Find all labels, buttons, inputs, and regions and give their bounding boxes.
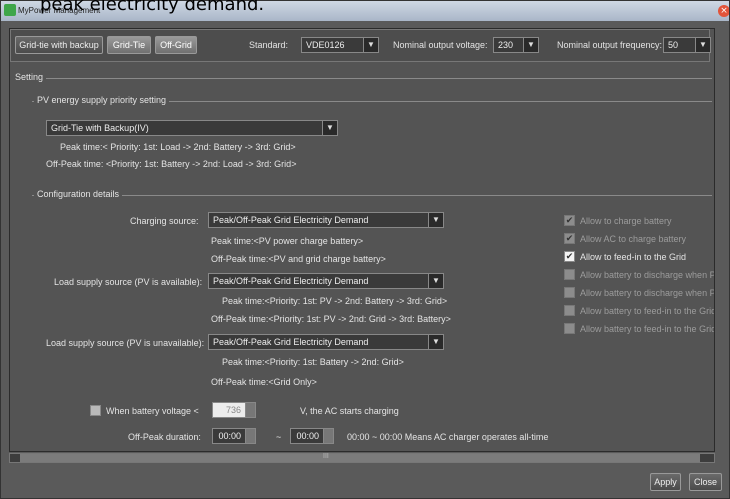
start-time-value: 00:00	[218, 431, 241, 441]
spinner-arrows-icon[interactable]	[245, 403, 255, 417]
check-2-label: Allow to feed-in to the Grid	[580, 252, 687, 262]
voltage-select[interactable]: 230 ▼	[493, 37, 539, 53]
chevron-down-icon[interactable]: ▼	[428, 335, 443, 349]
time-range-tilde: ~	[276, 432, 282, 442]
config-legend: Configuration details	[34, 189, 123, 199]
tab-grid-tie-with-backup[interactable]: Grid-tie with backup	[15, 36, 103, 54]
battery-voltage-label: When battery voltage <	[106, 406, 199, 416]
apply-button[interactable]: Apply	[650, 473, 681, 491]
end-time-value: 00:00	[296, 431, 319, 441]
options-list: ✔ Allow to charge battery ✔ Allow AC to …	[564, 213, 715, 363]
scroll-grip-icon: III	[323, 453, 329, 460]
check-0-box[interactable]: ✔	[564, 215, 575, 226]
charging-source-value: Peak/Off-Peak Grid Electricity Demand	[213, 215, 369, 225]
setting-legend: Setting	[12, 72, 47, 82]
load-pv-value: Peak/Off-Peak Grid Electricity Demand	[213, 276, 369, 286]
end-time-input[interactable]: 00:00	[290, 428, 334, 444]
main-panel: Grid-tie with backup Grid-Tie Off-Grid S…	[9, 28, 715, 452]
start-time-input[interactable]: 00:00	[212, 428, 256, 444]
check-4-label: Allow battery to discharge when PV	[580, 288, 715, 298]
spinner-arrows-icon[interactable]	[245, 429, 255, 443]
caption-text: peak electricity demand.	[40, 0, 265, 15]
checkmark-icon: ✔	[565, 216, 574, 226]
app-icon	[4, 4, 16, 16]
mode-toolbar: Grid-tie with backup Grid-Tie Off-Grid S…	[10, 29, 711, 62]
chevron-down-icon[interactable]: ▼	[428, 274, 443, 288]
battery-voltage-input[interactable]: 736	[212, 402, 256, 418]
load-pv-label: Load supply source (PV is available):	[54, 277, 203, 287]
check-6-box[interactable]	[564, 323, 575, 334]
checkmark-icon: ✔	[565, 234, 574, 244]
voltage-label: Nominal output voltage:	[393, 40, 488, 50]
frequency-label: Nominal output frequency:	[557, 40, 663, 50]
check-3-label: Allow battery to discharge when PV	[580, 270, 715, 280]
standard-label: Standard:	[249, 40, 289, 50]
standard-select[interactable]: VDE0126 ▼	[301, 37, 379, 53]
load-pv-peak-text: Peak time:<Priority: 1st: PV -> 2nd: Bat…	[222, 296, 448, 306]
horizontal-scrollbar[interactable]: III	[9, 453, 715, 463]
load-nopv-offpeak-text: Off-Peak time:<Grid Only>	[211, 377, 317, 387]
frequency-value: 50	[668, 40, 679, 50]
check-5-label: Allow battery to feed-in to the Grid	[580, 306, 715, 316]
load-pv-select[interactable]: Peak/Off-Peak Grid Electricity Demand ▼	[208, 273, 444, 289]
pv-priority-value: Grid-Tie with Backup(IV)	[51, 123, 149, 133]
load-pv-offpeak-text: Off-Peak time:<Priority: 1st: PV -> 2nd:…	[211, 314, 451, 324]
frequency-select[interactable]: 50 ▼	[663, 37, 711, 53]
check-1-label: Allow AC to charge battery	[580, 234, 687, 244]
voltage-value: 230	[498, 40, 514, 50]
charging-peak-text: Peak time:<PV power charge battery>	[211, 236, 364, 246]
tab-grid-tie[interactable]: Grid-Tie	[107, 36, 151, 54]
load-nopv-peak-text: Peak time:<Priority: 1st: Battery -> 2nd…	[222, 357, 404, 367]
duration-note: 00:00 ~ 00:00 Means AC charger operates …	[347, 432, 549, 442]
battery-voltage-checkbox[interactable]	[90, 405, 101, 416]
config-group	[32, 195, 712, 196]
battery-voltage-suffix: V, the AC starts charging	[300, 406, 399, 416]
standard-value: VDE0126	[306, 40, 345, 50]
pv-priority-select[interactable]: Grid-Tie with Backup(IV) ▼	[46, 120, 338, 136]
horizontal-scroll-thumb[interactable]	[20, 454, 700, 462]
check-3-box[interactable]	[564, 269, 575, 280]
pv-priority-legend: PV energy supply priority setting	[34, 95, 170, 105]
check-1-box[interactable]: ✔	[564, 233, 575, 244]
charging-source-select[interactable]: Peak/Off-Peak Grid Electricity Demand ▼	[208, 212, 444, 228]
window-close-icon[interactable]: ×	[718, 5, 729, 17]
charging-source-label: Charging source:	[130, 216, 199, 226]
chevron-down-icon[interactable]: ▼	[363, 38, 378, 52]
checkmark-icon: ✔	[565, 252, 574, 262]
pv-priority-peak-text: Peak time:< Priority: 1st: Load -> 2nd: …	[60, 142, 296, 152]
load-nopv-label: Load supply source (PV is unavailable):	[46, 338, 205, 348]
chevron-down-icon[interactable]: ▼	[322, 121, 337, 135]
check-0-label: Allow to charge battery	[580, 216, 672, 226]
setting-group	[12, 78, 712, 79]
offpeak-duration-label: Off-Peak duration:	[128, 432, 201, 442]
load-nopv-select[interactable]: Peak/Off-Peak Grid Electricity Demand ▼	[208, 334, 444, 350]
charging-offpeak-text: Off-Peak time:<PV and grid charge batter…	[211, 254, 386, 264]
battery-voltage-value: 736	[225, 405, 241, 415]
pv-priority-offpeak-text: Off-Peak time: <Priority: 1st: Battery -…	[46, 159, 297, 169]
close-button[interactable]: Close	[689, 473, 722, 491]
chevron-down-icon[interactable]: ▼	[428, 213, 443, 227]
app-window: MyPower Management × Grid-tie with backu…	[0, 0, 730, 499]
tab-off-grid[interactable]: Off-Grid	[155, 36, 197, 54]
load-nopv-value: Peak/Off-Peak Grid Electricity Demand	[213, 337, 369, 347]
bottom-bar: Apply Close	[1, 465, 729, 498]
chevron-down-icon[interactable]: ▼	[695, 38, 710, 52]
check-6-label: Allow battery to feed-in to the Grid	[580, 324, 715, 334]
check-2-box[interactable]: ✔	[564, 251, 575, 262]
spinner-arrows-icon[interactable]	[323, 429, 333, 443]
check-5-box[interactable]	[564, 305, 575, 316]
chevron-down-icon[interactable]: ▼	[523, 38, 538, 52]
check-4-box[interactable]	[564, 287, 575, 298]
